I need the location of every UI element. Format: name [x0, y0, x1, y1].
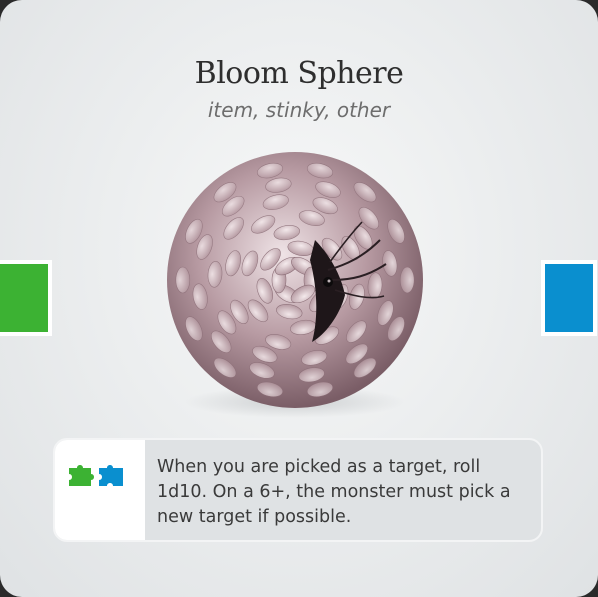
- bloom-sphere-illustration: [167, 152, 423, 418]
- right-affinity-tab-blue: [541, 260, 597, 336]
- petal-scale: [399, 266, 415, 294]
- item-card: Bloom Sphere item, stinky, other When yo…: [0, 0, 598, 597]
- ability-description: When you are picked as a target, roll 1d…: [157, 457, 511, 527]
- left-affinity-tab-green: [0, 260, 52, 336]
- petal-scale: [175, 266, 191, 294]
- ability-box: When you are picked as a target, roll 1d…: [53, 438, 543, 542]
- puzzle-piece-icon-green: [69, 465, 94, 486]
- puzzle-piece-icon-blue: [99, 465, 123, 486]
- ability-icon-panel: [55, 440, 145, 540]
- card-title: Bloom Sphere: [194, 56, 404, 91]
- card-keywords: item, stinky, other: [207, 98, 391, 122]
- puzzle-piece-icons: [69, 465, 123, 486]
